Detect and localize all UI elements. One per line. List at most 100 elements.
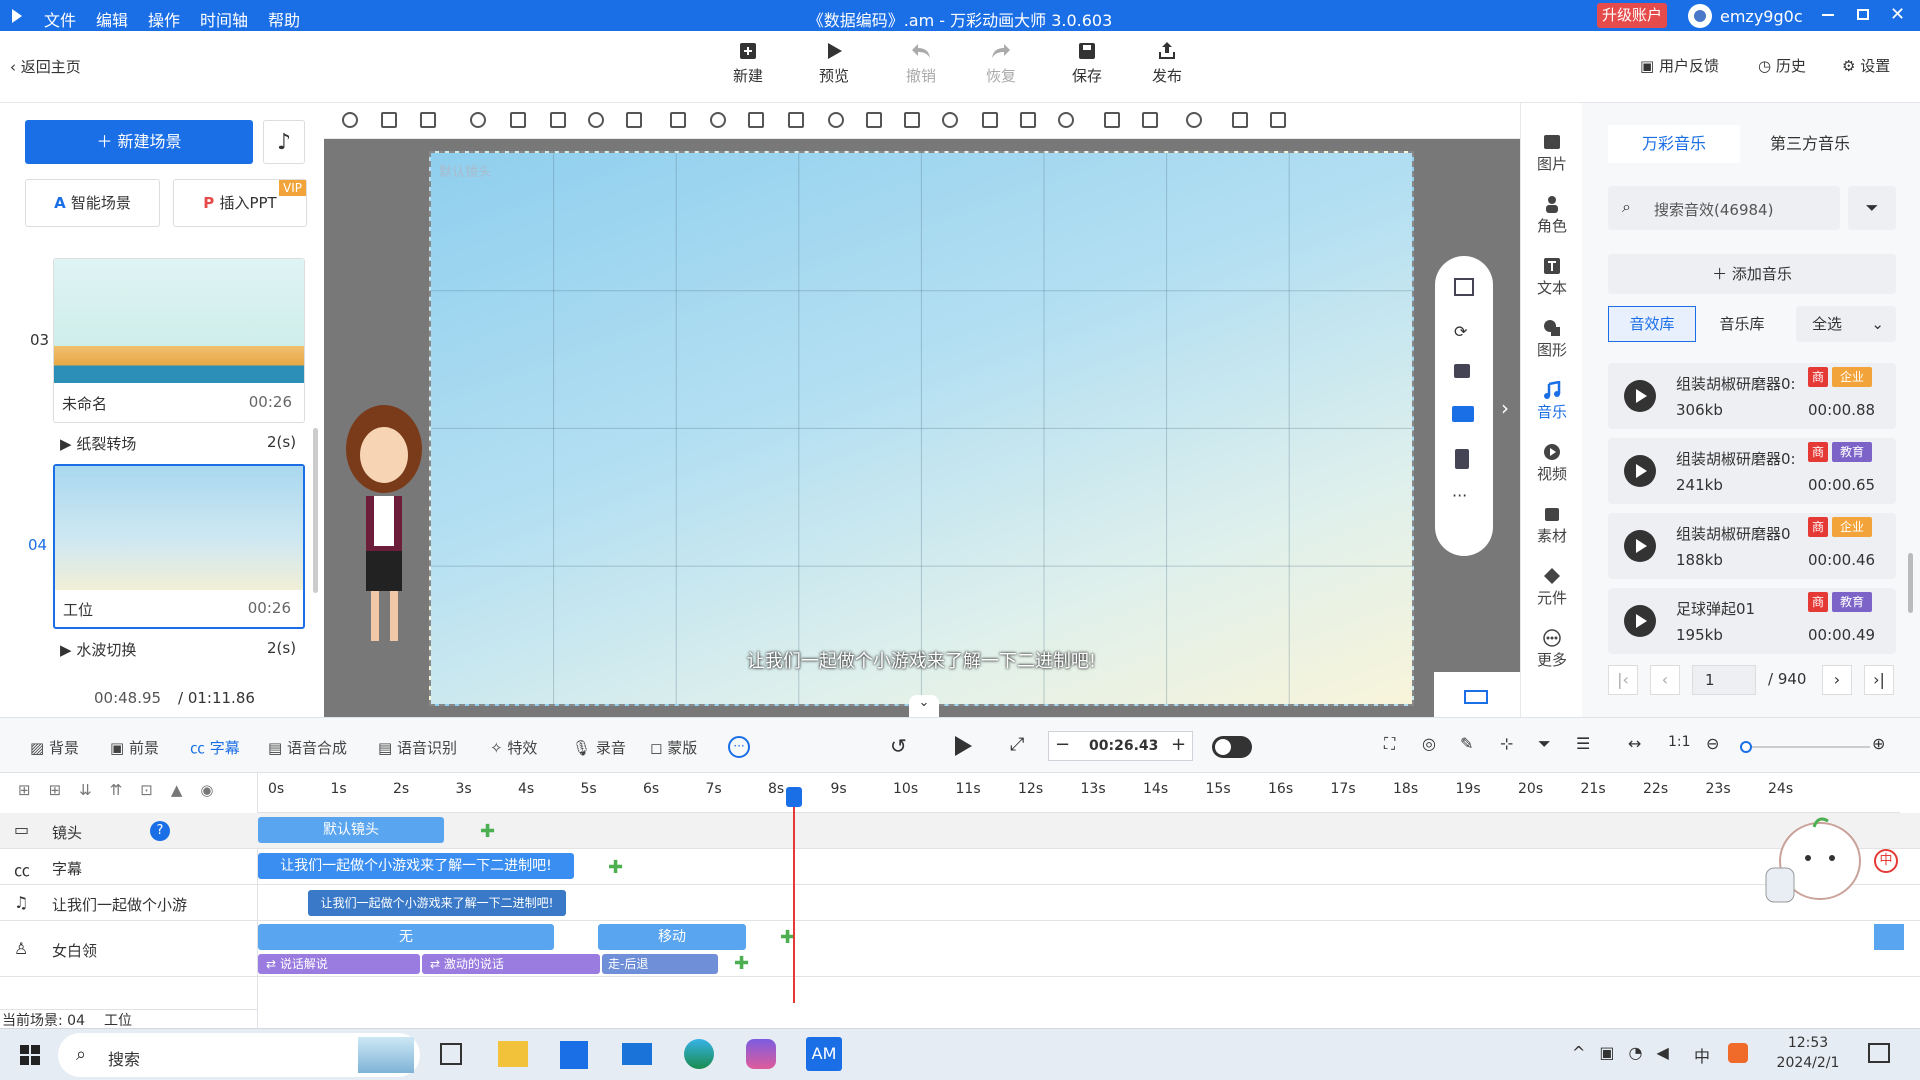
new-button[interactable]: 新建 [718, 41, 778, 86]
next-page-button[interactable]: › [1822, 665, 1852, 695]
clip-none[interactable]: 无 [258, 924, 554, 950]
play-circle-icon[interactable] [1624, 455, 1656, 487]
play-circle-icon[interactable] [1624, 605, 1656, 637]
zoom-out-icon[interactable] [1142, 112, 1158, 128]
desktop-icon[interactable] [1452, 406, 1474, 422]
search-input[interactable]: 搜索音效(46984) [1654, 199, 1773, 220]
track-row-subtitle[interactable]: ㏄ 字幕 让我们一起做个小游戏来了解一下二进制吧! ✚ [0, 849, 1920, 885]
music-note-button[interactable]: ♪ [263, 120, 305, 164]
clip-action[interactable]: 走-后退 [602, 954, 718, 974]
settings-button[interactable]: ⚙ 设置 [1842, 55, 1890, 76]
zoom-in-icon[interactable]: ⊕ [1872, 734, 1885, 753]
sidebar-item-music[interactable]: 音乐 [1521, 381, 1583, 422]
track-tools[interactable]: ⊞⊞⇊⇈⊡▲◉ [18, 781, 231, 799]
align-left-icon[interactable] [866, 112, 882, 128]
more-icon[interactable]: ··· [1452, 486, 1467, 505]
back-home-button[interactable]: ‹ 返回主页 [10, 56, 81, 77]
transition-item[interactable]: ▶ 水波切换 [60, 639, 136, 660]
scene-card-04[interactable]: 工位 00:26 [53, 464, 305, 629]
lock-icon[interactable] [510, 112, 526, 128]
zoom-out-icon[interactable]: ⊖ [1706, 734, 1719, 753]
upgrade-button[interactable]: 升级账户 [1597, 3, 1667, 28]
filter-track-icon[interactable]: ⏷ [1538, 734, 1551, 754]
save-button[interactable]: 保存 [1057, 41, 1117, 86]
tool-subtitle[interactable]: ㏄ 字幕 [190, 737, 240, 758]
mobile-icon[interactable] [1455, 449, 1469, 469]
adjust-icon[interactable]: ☰ [1576, 734, 1590, 753]
tab-sfx-library[interactable]: 音效库 [1608, 306, 1696, 342]
sidebar-item-character[interactable]: 角色 [1521, 195, 1583, 236]
character-woman[interactable] [336, 401, 436, 661]
copy-icon[interactable] [1232, 112, 1248, 128]
playhead-handle[interactable] [786, 787, 802, 807]
crop-icon[interactable] [626, 112, 642, 128]
unlock-icon[interactable] [1186, 112, 1202, 128]
align-bottom-icon[interactable] [748, 112, 764, 128]
sidebar-item-text[interactable]: 文本 [1521, 257, 1583, 298]
align-right-icon[interactable] [942, 112, 958, 128]
music-item[interactable]: 组装胡椒研磨器0: 241kb 商教育 00:00.65 [1608, 438, 1896, 504]
music-item[interactable]: 组装胡椒研磨器0 188kb 商企业 00:00.46 [1608, 513, 1896, 579]
ime-indicator[interactable]: 中 [1694, 1043, 1710, 1067]
first-page-button[interactable]: |‹ [1608, 665, 1638, 695]
clip-camera[interactable]: 默认镜头 [258, 817, 444, 843]
clip-action[interactable]: ⇄ 激动的说话 [422, 954, 600, 974]
edit-icon[interactable]: ✎ [1460, 734, 1473, 753]
new-scene-button[interactable]: ＋ 新建场景 [25, 120, 253, 164]
avatar[interactable] [1688, 4, 1712, 28]
time-value[interactable]: 00:26.43 [1089, 738, 1158, 754]
camera-icon[interactable]: ◎ [1422, 734, 1436, 753]
taskbar-search[interactable]: ⌕ 搜索 [58, 1033, 420, 1077]
insert-ppt-button[interactable]: P 插入PPT VIP [173, 179, 307, 227]
tab-wancai-music[interactable]: 万彩音乐 [1608, 125, 1740, 163]
windows-icon[interactable] [20, 1045, 40, 1065]
select-all-dropdown[interactable]: 全选 ⌄ [1796, 306, 1896, 342]
align-v-top-icon[interactable] [982, 112, 998, 128]
menu-timeline[interactable]: 时间轴 [200, 7, 248, 31]
restore-icon[interactable] [1857, 9, 1869, 20]
track-row-character[interactable]: ♙ 女白领 无 移动 ✚ ⇄ 说话解说 ⇄ 激动的说话 走-后退 ✚ [0, 921, 1920, 977]
align-v-bottom-icon[interactable] [1058, 112, 1074, 128]
align-middle-icon[interactable] [710, 112, 726, 128]
fullscreen-icon[interactable]: ⤢ [1010, 734, 1024, 755]
menu-file[interactable]: 文件 [44, 7, 76, 31]
scene-scrollbar[interactable] [313, 428, 318, 593]
feedback-button[interactable]: ▣ 用户反馈 [1640, 55, 1719, 76]
split-icon[interactable]: ⊹ [1500, 734, 1513, 753]
history-button[interactable]: ◷ 历史 [1758, 55, 1806, 76]
distribute-v-icon[interactable] [788, 112, 804, 128]
zoom-in-icon[interactable] [1104, 112, 1120, 128]
sidebar-item-video[interactable]: 视频 [1521, 443, 1583, 484]
menu-edit[interactable]: 编辑 [96, 7, 128, 31]
clip-subtitle[interactable]: 让我们一起做个小游戏来了解一下二进制吧! [258, 853, 574, 879]
edge-icon[interactable] [684, 1039, 714, 1069]
clock-time[interactable]: 12:53 [1768, 1035, 1848, 1051]
publish-button[interactable]: 发布 [1137, 41, 1197, 86]
plus-icon[interactable]: + [1171, 734, 1186, 755]
tab-music-library[interactable]: 音乐库 [1698, 306, 1786, 342]
sidebar-item-material[interactable]: 素材 [1521, 505, 1583, 546]
smart-scene-button[interactable]: A 智能场景 [25, 179, 160, 227]
undo-button[interactable]: 撤销 [891, 41, 951, 86]
align-top-icon[interactable] [670, 112, 686, 128]
fit-icon[interactable]: ⛶ [1384, 734, 1395, 754]
tool-effects[interactable]: ✧ 特效 [490, 737, 537, 758]
music-scrollbar[interactable] [1908, 553, 1913, 613]
clip-end[interactable] [1874, 924, 1904, 950]
task-view-icon[interactable] [440, 1043, 462, 1065]
delete-icon[interactable] [588, 112, 604, 128]
fill-icon[interactable] [470, 112, 486, 128]
music-item[interactable]: 组装胡椒研磨器0: 306kb 商企业 00:00.88 [1608, 363, 1896, 429]
username[interactable]: emzy9g0c [1720, 7, 1803, 26]
stage-subtitle[interactable]: 让我们一起做个小游戏来了解一下二进制吧! [431, 647, 1412, 673]
collapse-right-icon[interactable]: › [1501, 396, 1509, 420]
clock-date[interactable]: 2024/2/1 [1768, 1055, 1848, 1071]
minimize-icon[interactable] [1822, 14, 1834, 16]
notification-icon[interactable] [1868, 1043, 1890, 1063]
align-v-mid-icon[interactable] [1020, 112, 1036, 128]
time-stepper[interactable]: − 00:26.43 + [1048, 731, 1193, 761]
distribute-h-icon[interactable] [828, 112, 844, 128]
tab-third-party-music[interactable]: 第三方音乐 [1742, 125, 1878, 163]
add-music-button[interactable]: ＋ 添加音乐 [1608, 254, 1896, 294]
close-icon[interactable]: ✕ [1890, 4, 1905, 25]
